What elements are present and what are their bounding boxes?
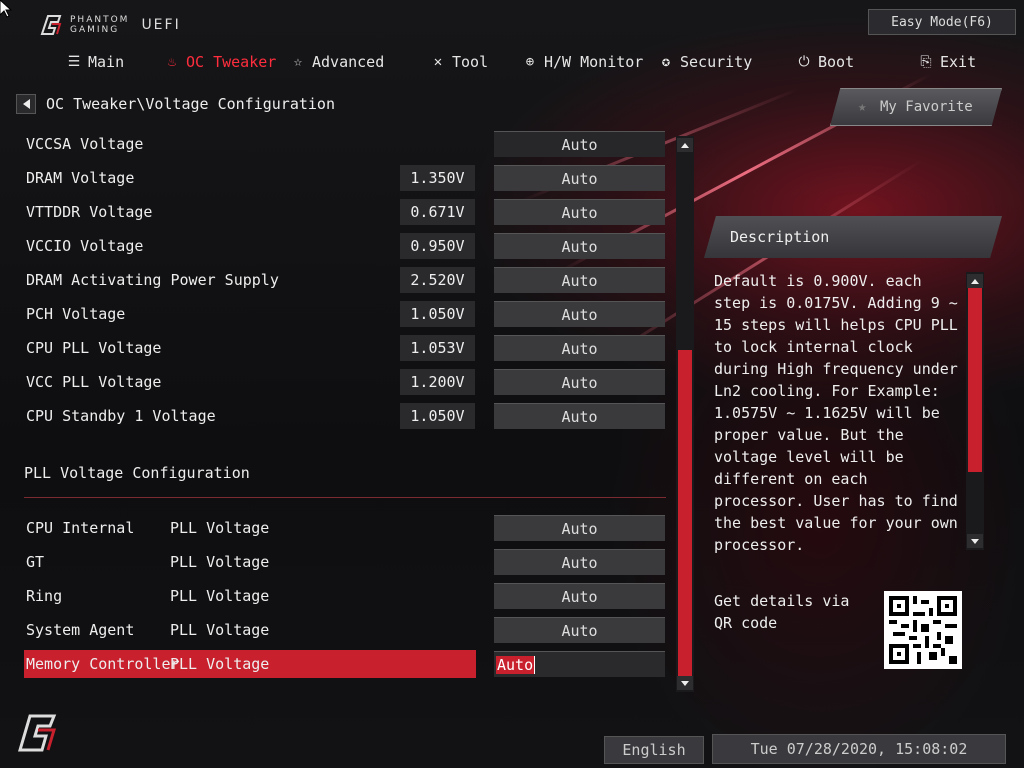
setting-row-ring-pll-voltage[interactable]: Ring PLL Voltage Auto — [24, 582, 666, 610]
language-button[interactable]: English — [604, 736, 704, 764]
setting-value-dropdown[interactable]: Auto — [494, 549, 665, 575]
description-header: Description — [704, 216, 1002, 258]
tab-oc-tweaker[interactable]: ♨ OC Tweaker — [164, 45, 277, 79]
setting-value-dropdown[interactable]: Auto — [494, 233, 665, 259]
setting-value-dropdown[interactable]: Auto — [494, 403, 665, 429]
star-icon: ☆ — [293, 54, 303, 70]
tab-tool[interactable]: ✕ Tool — [430, 45, 488, 79]
current-voltage-readout: 1.050V — [400, 301, 475, 327]
setting-value-dropdown[interactable]: Auto — [494, 131, 665, 157]
scroll-down-arrow-icon[interactable] — [967, 534, 983, 548]
setting-row-cpu-internal-pll-voltage[interactable]: CPU Internal PLL Voltage Auto — [24, 514, 666, 542]
current-voltage-readout: 0.671V — [400, 199, 475, 225]
tab-advanced[interactable]: ☆ Advanced — [290, 45, 384, 79]
setting-row-system-agent-pll-voltage[interactable]: System Agent PLL Voltage Auto — [24, 616, 666, 644]
setting-row-memory-controller-pll-voltage[interactable]: Memory Controller PLL Voltage Auto — [24, 650, 666, 678]
breadcrumb-path: OC Tweaker\Voltage Configuration — [46, 95, 335, 113]
current-voltage-readout: 1.053V — [400, 335, 475, 361]
current-voltage-readout: 1.350V — [400, 165, 475, 191]
setting-row-vcc-pll-voltage[interactable]: VCC PLL Voltage 1.200V Auto — [24, 368, 666, 396]
easy-mode-button[interactable]: Easy Mode(F6) — [868, 9, 1016, 35]
current-voltage-readout: 1.200V — [400, 369, 475, 395]
scrollbar-thumb[interactable] — [968, 288, 982, 472]
scroll-up-arrow-icon[interactable] — [967, 274, 983, 288]
breadcrumb: OC Tweaker\Voltage Configuration — [16, 94, 335, 114]
exit-icon: ⎘ — [920, 54, 932, 70]
tab-boot[interactable]: ⏻ Boot — [796, 45, 854, 79]
setting-value-dropdown[interactable]: Auto — [494, 335, 665, 361]
uefi-label: UEFI — [141, 17, 181, 33]
favorite-star-icon: ★ — [858, 99, 867, 115]
tab-hw-monitor[interactable]: ⊕ H/W Monitor — [522, 45, 644, 79]
setting-input-text: Auto — [496, 656, 536, 674]
section-divider — [24, 497, 666, 498]
setting-value-dropdown[interactable]: Auto — [494, 301, 665, 327]
phantom-gaming-footer-logo-icon — [17, 714, 57, 752]
description-scrollbar[interactable] — [966, 272, 984, 550]
tab-exit[interactable]: ⎘ Exit — [918, 45, 976, 79]
setting-value-dropdown[interactable]: Auto — [494, 199, 665, 225]
setting-row-vttddr-voltage[interactable]: VTTDDR Voltage 0.671V Auto — [24, 198, 666, 226]
qr-code-icon — [884, 591, 962, 669]
scroll-up-arrow-icon[interactable] — [677, 138, 693, 152]
main-scrollbar[interactable] — [676, 136, 694, 692]
setting-row-dram-voltage[interactable]: DRAM Voltage 1.350V Auto — [24, 164, 666, 192]
current-voltage-readout: 2.520V — [400, 267, 475, 293]
mouse-pointer-icon — [0, 0, 12, 18]
setting-value-dropdown[interactable]: Auto — [494, 583, 665, 609]
setting-value-dropdown[interactable]: Auto — [494, 267, 665, 293]
setting-row-vccio-voltage[interactable]: VCCIO Voltage 0.950V Auto — [24, 232, 666, 260]
main-nav: ☰ Main ♨ OC Tweaker ☆ Advanced ✕ Tool ⊕ … — [0, 45, 1024, 79]
setting-value-dropdown[interactable]: Auto — [494, 369, 665, 395]
brand-line1: PHANTOM — [70, 15, 130, 25]
brand-line2: GAMING — [70, 25, 120, 35]
back-button[interactable] — [16, 94, 36, 114]
list-icon: ☰ — [67, 54, 81, 70]
scrollbar-thumb[interactable] — [678, 350, 692, 676]
setting-row-cpu-standby-1-voltage[interactable]: CPU Standby 1 Voltage 1.050V Auto — [24, 402, 666, 430]
datetime-display[interactable]: Tue 07/28/2020, 15:08:02 — [712, 734, 1006, 764]
tools-icon: ✕ — [433, 54, 443, 70]
brand-logo: PHANTOM GAMING UEFI — [38, 12, 181, 38]
flame-icon: ♨ — [167, 54, 177, 70]
tab-main[interactable]: ☰ Main — [66, 45, 124, 79]
qr-caption: Get details via QR code — [714, 592, 850, 632]
current-voltage-readout: 1.050V — [400, 403, 475, 429]
setting-row-gt-pll-voltage[interactable]: GT PLL Voltage Auto — [24, 548, 666, 576]
description-text: Default is 0.900V. each step is 0.0175V.… — [714, 272, 958, 554]
setting-row-cpu-pll-voltage[interactable]: CPU PLL Voltage 1.053V Auto — [24, 334, 666, 362]
my-favorite-button[interactable]: ★ My Favorite — [830, 88, 1002, 126]
scroll-down-arrow-icon[interactable] — [677, 676, 693, 690]
setting-value-input[interactable]: Auto — [494, 651, 665, 677]
crosshair-icon: ⊕ — [525, 54, 535, 70]
setting-row-vccsa-voltage[interactable]: VCCSA Voltage Auto — [24, 130, 666, 158]
phantom-gaming-logo-icon — [40, 15, 62, 35]
setting-row-pch-voltage[interactable]: PCH Voltage 1.050V Auto — [24, 300, 666, 328]
shield-icon: ✪ — [661, 54, 671, 70]
power-icon: ⏻ — [798, 54, 810, 70]
current-voltage-readout: 0.950V — [400, 233, 475, 259]
tab-security[interactable]: ✪ Security — [658, 45, 752, 79]
setting-value-dropdown[interactable]: Auto — [494, 165, 665, 191]
setting-row-dram-activating-power-supply[interactable]: DRAM Activating Power Supply 2.520V Auto — [24, 266, 666, 294]
setting-value-dropdown[interactable]: Auto — [494, 617, 665, 643]
section-title-pll-voltage-configuration: PLL Voltage Configuration — [24, 464, 250, 482]
setting-value-dropdown[interactable]: Auto — [494, 515, 665, 541]
